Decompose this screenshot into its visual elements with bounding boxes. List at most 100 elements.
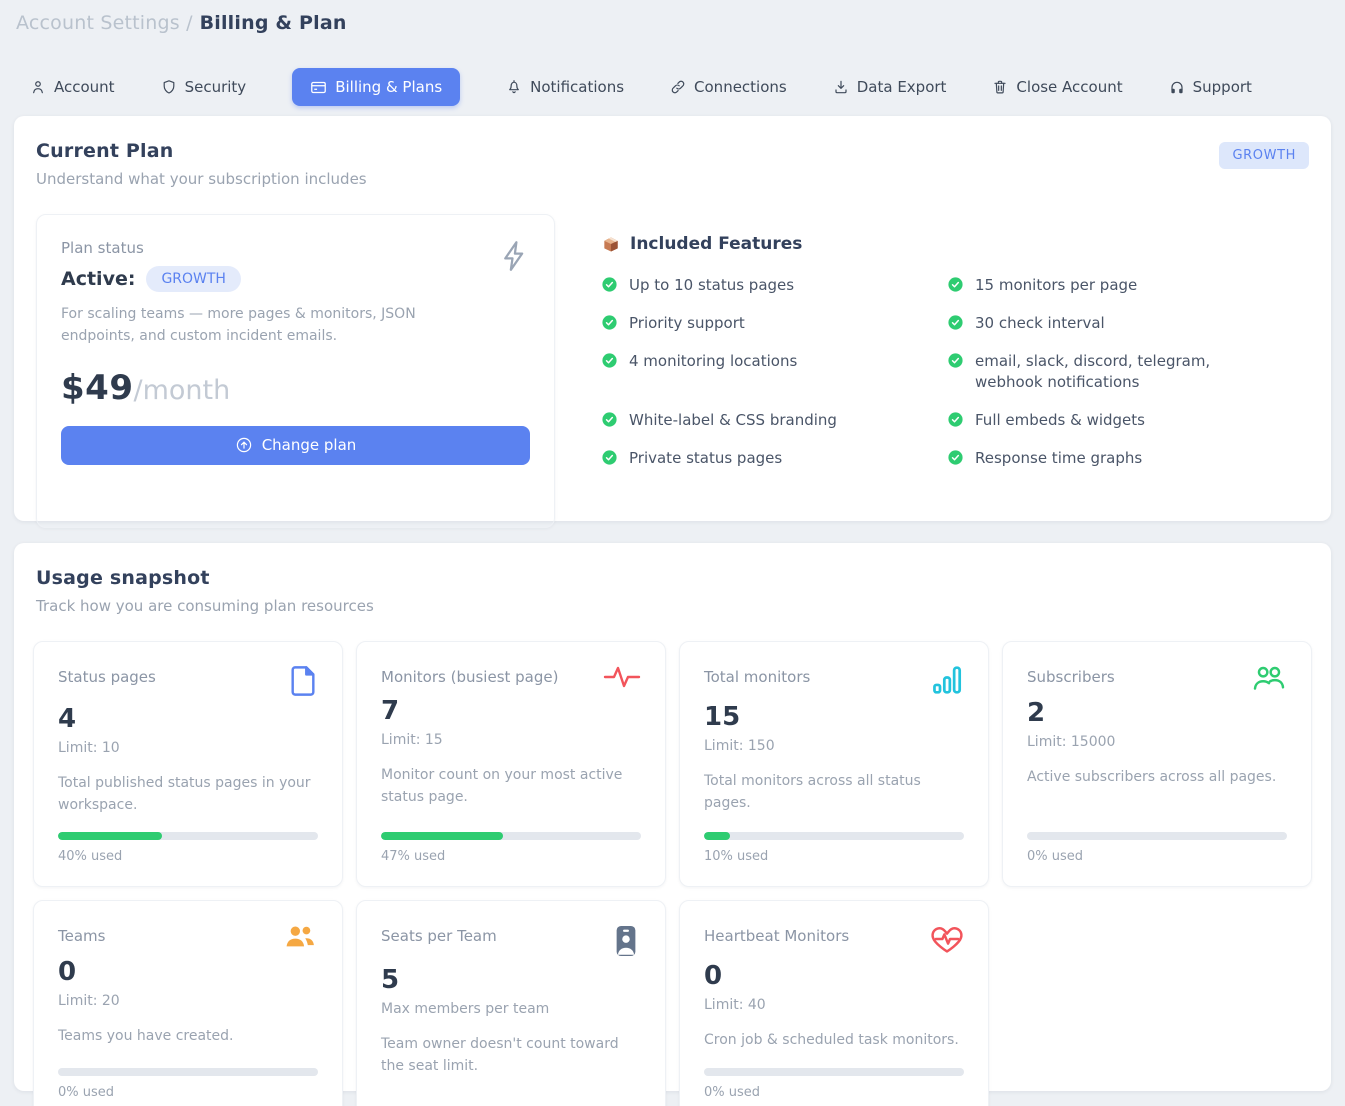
check-circle-icon	[947, 411, 964, 428]
feature-item: Priority support	[601, 313, 947, 335]
team-filled-icon	[282, 923, 318, 955]
plan-tier-badge: GROWTH	[1219, 142, 1309, 169]
feature-text: Priority support	[629, 313, 745, 335]
tab-connections[interactable]: Connections	[670, 78, 787, 96]
tab-notifications[interactable]: Notifications	[506, 78, 624, 96]
tab-label: Support	[1193, 78, 1252, 96]
usage-progress: 40% used	[58, 816, 318, 864]
link-icon	[670, 79, 686, 95]
feature-text: Response time graphs	[975, 448, 1142, 470]
usage-card-value: 4	[58, 704, 318, 734]
usage-used-label: 0% used	[58, 1085, 318, 1100]
bar-chart-icon	[932, 664, 964, 700]
usage-card-heartbeat-monitors: Heartbeat Monitors 0 Limit: 40 Cron job …	[679, 900, 989, 1106]
feature-item: 30 check interval	[947, 313, 1309, 335]
headphones-icon	[1169, 79, 1185, 95]
usage-card-title: Status pages	[58, 664, 156, 686]
bell-icon	[506, 79, 522, 95]
progress-fill	[58, 832, 162, 840]
progress-fill	[381, 832, 503, 840]
feature-item: Response time graphs	[947, 448, 1309, 470]
plan-status-value: Active:	[61, 268, 135, 290]
file-icon	[288, 664, 318, 702]
plan-status-label: Plan status	[61, 239, 530, 257]
check-circle-icon	[601, 411, 618, 428]
feature-text: 4 monitoring locations	[629, 351, 797, 373]
check-circle-icon	[947, 449, 964, 466]
tab-label: Billing & Plans	[335, 78, 442, 96]
feature-item: Up to 10 status pages	[601, 275, 947, 297]
current-plan-title: Current Plan	[36, 140, 1309, 162]
feature-item: White-label & CSS branding	[601, 410, 947, 432]
trash-icon	[992, 79, 1008, 95]
plan-row: Plan status Active: GROWTH For scaling t…	[36, 214, 1309, 528]
shield-icon	[161, 79, 177, 95]
usage-card-seats-per-team: Seats per Team 5 Max members per team Te…	[356, 900, 666, 1106]
usage-card-limit: Limit: 40	[704, 997, 964, 1013]
settings-tabbar: Account Security Billing & Plans Notific…	[30, 68, 1345, 106]
usage-card-limit: Limit: 15	[381, 732, 641, 748]
breadcrumb-section[interactable]: Account Settings /	[16, 12, 193, 34]
change-plan-button[interactable]: Change plan	[61, 426, 530, 465]
feature-item: 15 monitors per page	[947, 275, 1309, 297]
id-badge-icon	[611, 923, 641, 963]
usage-card-title: Seats per Team	[381, 923, 497, 945]
plan-status-row: Active: GROWTH	[61, 266, 530, 292]
usage-card-limit: Limit: 150	[704, 738, 964, 754]
usage-card-subscribers: Subscribers 2 Limit: 15000 Active subscr…	[1002, 641, 1312, 887]
check-circle-icon	[947, 352, 964, 369]
tab-security[interactable]: Security	[161, 78, 247, 96]
usage-card-teams: Teams 0 Limit: 20 Teams you have created…	[33, 900, 343, 1106]
feature-item: Private status pages	[601, 448, 947, 470]
check-circle-icon	[601, 276, 618, 293]
usage-card-value: 15	[704, 702, 964, 732]
tab-close-account[interactable]: Close Account	[992, 78, 1122, 96]
usage-card-value: 7	[381, 696, 641, 726]
tab-billing-plans[interactable]: Billing & Plans	[292, 68, 460, 106]
usage-progress: 0% used	[1027, 816, 1287, 864]
usage-card-limit: Limit: 15000	[1027, 734, 1287, 750]
tab-data-export[interactable]: Data Export	[833, 78, 947, 96]
tab-account[interactable]: Account	[30, 78, 115, 96]
plan-status-card: Plan status Active: GROWTH For scaling t…	[36, 214, 555, 528]
tab-label: Close Account	[1016, 78, 1122, 96]
usage-card-limit: Limit: 10	[58, 740, 318, 756]
usage-card-limit: Max members per team	[381, 1001, 641, 1017]
usage-grid: Status pages 4 Limit: 10 Total published…	[33, 641, 1312, 1106]
breadcrumb: Account Settings / Billing & Plan	[0, 0, 1345, 34]
usage-snapshot-panel: Usage snapshot Track how you are consumi…	[14, 543, 1331, 1091]
usage-used-label: 0% used	[1027, 849, 1287, 864]
plan-status-badge: GROWTH	[146, 266, 241, 292]
usage-card-title: Total monitors	[704, 664, 810, 686]
current-plan-panel: Current Plan Understand what your subscr…	[14, 116, 1331, 521]
feature-text: Full embeds & widgets	[975, 410, 1145, 432]
usage-card-description: Monitor count on your most active status…	[381, 765, 641, 808]
usage-card-value: 5	[381, 965, 641, 995]
user-icon	[30, 79, 46, 95]
tab-label: Data Export	[857, 78, 947, 96]
feature-text: email, slack, discord, telegram, webhook…	[975, 351, 1279, 395]
tab-label: Connections	[694, 78, 787, 96]
tab-label: Security	[185, 78, 247, 96]
usage-card-value: 2	[1027, 698, 1287, 728]
heart-pulse-icon	[930, 923, 964, 959]
usage-used-label: 10% used	[704, 849, 964, 864]
feature-item: Full embeds & widgets	[947, 410, 1309, 432]
features-title-row: Included Features	[601, 234, 1309, 254]
usage-card-title: Heartbeat Monitors	[704, 923, 849, 945]
usage-progress: 10% used	[704, 816, 964, 864]
check-circle-icon	[947, 314, 964, 331]
current-plan-subtitle: Understand what your subscription includ…	[36, 170, 1309, 188]
check-circle-icon	[601, 449, 618, 466]
tab-label: Account	[54, 78, 115, 96]
usage-card-title: Teams	[58, 923, 105, 945]
usage-title: Usage snapshot	[36, 567, 1312, 589]
usage-progress: 0% used	[58, 1052, 318, 1100]
tab-support[interactable]: Support	[1169, 78, 1252, 96]
usage-card-title: Monitors (busiest page)	[381, 664, 558, 686]
activity-icon	[603, 664, 641, 694]
feature-item: email, slack, discord, telegram, webhook…	[947, 351, 1309, 395]
price-period: /month	[133, 375, 230, 406]
tab-label: Notifications	[530, 78, 624, 96]
feature-text: Up to 10 status pages	[629, 275, 794, 297]
